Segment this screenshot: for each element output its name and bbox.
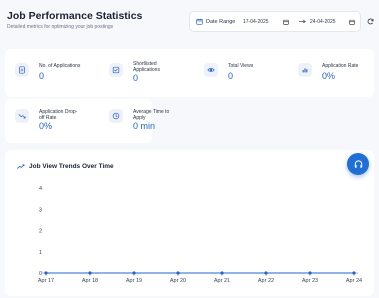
refresh-button[interactable] <box>365 15 376 28</box>
calendar-icon <box>196 18 203 25</box>
trend-up-icon <box>17 163 25 169</box>
stat-label: No. of Applications <box>39 63 81 69</box>
eye-icon <box>204 63 218 77</box>
chart-card: Job View Trends Over Time <box>5 150 374 296</box>
stat-value: 0% <box>39 121 53 131</box>
support-chat-button[interactable] <box>347 153 369 175</box>
chart-title-group: Job View Trends Over Time <box>17 163 114 170</box>
clock-icon <box>109 109 123 123</box>
chart-title: Job View Trends Over Time <box>29 163 114 170</box>
page-subtitle: Detailed metrics for optimizing your job… <box>7 24 114 30</box>
document-icon <box>15 63 29 77</box>
checklist-icon <box>109 63 123 77</box>
end-date-input[interactable]: 24-04-2025 <box>310 19 336 25</box>
stat-application-rate: Application Rate 0% <box>298 63 358 81</box>
stat-total-views: Total Views 0 <box>204 63 253 81</box>
stat-value: 0 <box>228 71 234 81</box>
date-range-label-group: Date Range <box>196 18 235 25</box>
start-date-picker-icon[interactable] <box>281 17 290 26</box>
stat-value: 0 min <box>133 121 156 131</box>
stat-applications: No. of Applications 0 <box>15 63 80 81</box>
date-range-label: Date Range <box>206 18 236 25</box>
start-date-input[interactable]: 17-04-2025 <box>243 19 269 25</box>
refresh-icon <box>367 18 374 25</box>
stat-drop-off-rate: Application Drop- off Rate 0% <box>15 109 77 131</box>
stat-label: Total Views <box>228 63 254 69</box>
trend-down-icon <box>15 109 29 123</box>
end-date-picker-icon[interactable] <box>347 17 356 26</box>
arrow-right-icon <box>298 17 307 26</box>
bar-chart-icon <box>298 63 312 77</box>
stat-value: 0 <box>133 73 139 83</box>
stat-value: 0% <box>322 71 336 81</box>
stat-value: 0 <box>39 71 45 81</box>
date-range-bar: Date Range 17-04-2025 24-04-2025 <box>189 11 361 32</box>
headset-icon <box>354 159 362 168</box>
stat-shortlisted: Shortlisted Applications 0 <box>109 61 160 83</box>
page-title: Job Performance Statistics <box>7 10 143 22</box>
stat-average-time: Average Time to Apply 0 min <box>109 109 169 131</box>
stat-label: Application Rate <box>322 63 359 69</box>
